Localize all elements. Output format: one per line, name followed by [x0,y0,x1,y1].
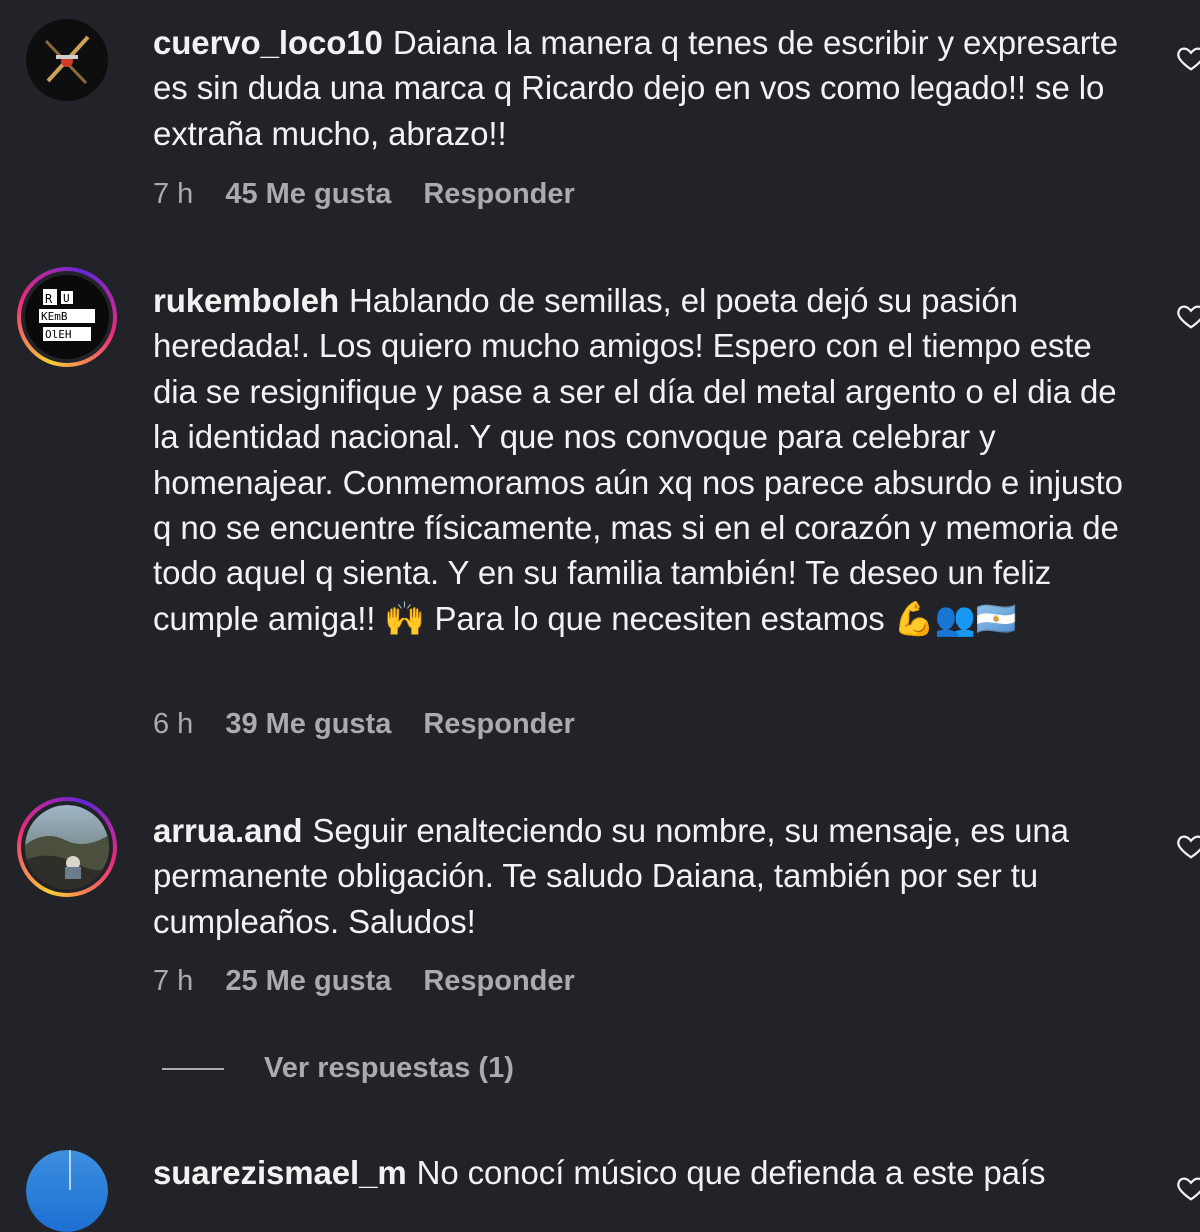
comment-time[interactable]: 7 h [153,178,193,211]
reply-button[interactable]: Responder [423,178,574,211]
divider-line [162,1067,224,1070]
comment-meta: 7 h 45 Me gusta Responder [153,178,575,211]
avatar[interactable] [26,1150,108,1232]
heart-outline-icon[interactable] [1176,1173,1200,1203]
heart-outline-icon[interactable] [1176,43,1200,73]
comment-username[interactable]: suarezismael_m [153,1154,407,1191]
comment-username[interactable]: cuervo_loco10 [153,24,383,61]
avatar-image [26,1150,108,1232]
comment-likes[interactable]: 25 Me gusta [225,965,391,998]
view-replies-label: Ver respuestas (1) [264,1052,514,1084]
avatar-image [25,805,109,889]
comment-meta: 7 h 25 Me gusta Responder [153,965,575,998]
avatar-image: R U KEmB OlEH [25,275,109,359]
comment-likes[interactable]: 39 Me gusta [225,708,391,741]
comment-username[interactable]: rukemboleh [153,282,339,319]
avatar[interactable] [17,797,117,897]
comment-text: rukemboleh Hablando de semillas, el poeta… [153,278,1143,641]
svg-text:KEmB: KEmB [41,310,68,323]
svg-text:U: U [63,292,70,305]
comment-username[interactable]: arrua.and [153,812,303,849]
comment-time[interactable]: 7 h [153,965,193,998]
comment-time[interactable]: 6 h [153,708,193,741]
comment-text: cuervo_loco10 Daiana la manera q tenes de… [153,20,1143,156]
heart-outline-icon[interactable] [1176,301,1200,331]
comment-meta: 6 h 39 Me gusta Responder [153,708,575,741]
avatar[interactable]: R U KEmB OlEH [17,267,117,367]
heart-outline-icon[interactable] [1176,831,1200,861]
svg-text:OlEH: OlEH [45,328,72,341]
comment-body: No conocí músico que defienda a este paí… [416,1154,1046,1191]
comment-text: arrua.and Seguir enalteciendo su nombre, … [153,808,1143,944]
comment-body: Hablando de semillas, el poeta dejó su p… [153,282,1123,637]
avatar-image [26,19,108,101]
reply-button[interactable]: Responder [423,708,574,741]
reply-button[interactable]: Responder [423,965,574,998]
comment-text: suarezismael_m No conocí músico que defie… [153,1150,1143,1195]
avatar[interactable] [26,19,108,101]
svg-text:R: R [45,292,53,306]
view-replies-button[interactable]: Ver respuestas (1) [162,1052,514,1085]
comment-likes[interactable]: 45 Me gusta [225,178,391,211]
